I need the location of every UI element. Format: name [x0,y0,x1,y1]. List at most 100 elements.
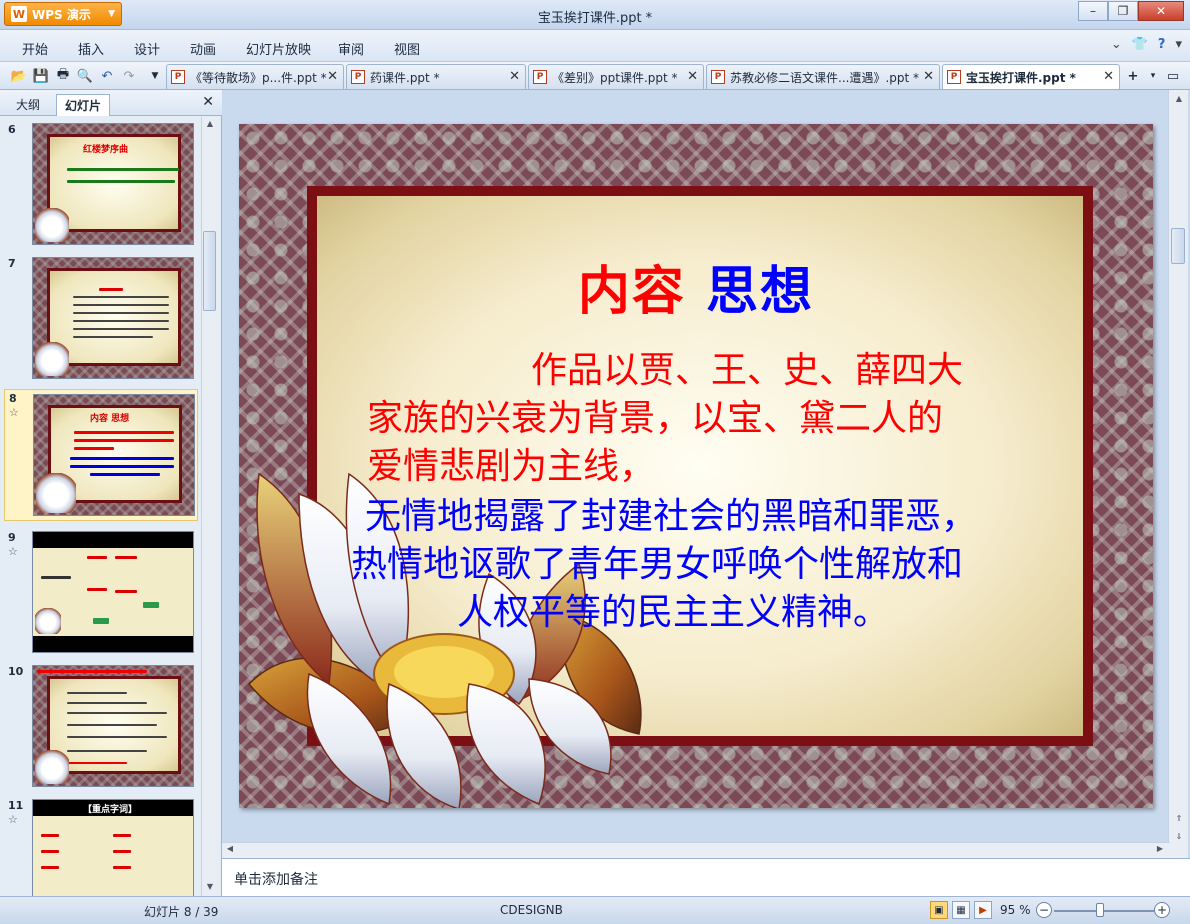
open-folder-icon[interactable]: 📂 [10,67,28,85]
thumbnail-slide-10[interactable]: 10 [4,663,198,791]
chevron-down-icon[interactable]: ⌄ [1111,37,1122,52]
slide-number: 10 [8,665,24,678]
slide-thumbnail: 内容 思想 [33,394,195,516]
menu-insert[interactable]: 插入 [78,39,104,58]
slideshow-view-icon[interactable]: ▶ [974,901,992,919]
close-panel-icon[interactable]: ✕ [202,94,214,110]
thumbnail-text-line [37,670,147,673]
animation-star-icon: ☆ [8,813,18,826]
undo-icon[interactable]: ↶ [98,67,116,85]
menu-review[interactable]: 审阅 [338,39,364,58]
menu-view[interactable]: 视图 [394,39,420,58]
slide-thumbnail: 【重点字词】 [32,799,194,896]
previous-slide-icon[interactable]: ⇑ [1173,814,1185,826]
zoom-out-icon[interactable]: − [1036,902,1052,918]
slide-editor: 内容 思想 作品以贾、王、史、薛四大 家族的兴衰为背景，以宝、黛二人的 爱情悲剧… [222,90,1190,856]
print-icon[interactable]: 🖶 [54,67,72,85]
tab-dropdown-icon[interactable]: ▾ [1144,67,1162,85]
doc-tab-3[interactable]: P 《差别》ppt课件.ppt * ✕ [528,64,704,89]
scroll-up-icon[interactable]: ▲ [204,119,216,131]
thumbnail-text-line [67,736,167,738]
notes-placeholder[interactable]: 单击添加备注 [234,869,318,889]
thumbnail-scrollbar[interactable]: ▲ ▼ [201,117,217,896]
slide-paragraph-2-line-1[interactable]: 无情地揭露了封建社会的黑暗和罪恶， [365,490,977,544]
thumbnail-text-line [73,328,169,330]
slide-number: 7 [8,257,16,270]
thumbnail-text-line [73,312,169,314]
help-icon[interactable]: ? [1158,37,1166,52]
redo-icon[interactable]: ↷ [120,67,138,85]
thumbnail-text-line [115,590,137,593]
close-tab-icon[interactable]: ✕ [327,69,338,84]
thumbnail-box [143,602,159,608]
doc-tab-label: 苏教必修二语文课件...遭遇》.ppt * [730,70,920,85]
scroll-down-icon[interactable]: ▼ [204,882,216,894]
doc-tab-5-active[interactable]: P 宝玉挨打课件.ppt * ✕ [942,64,1120,89]
scroll-right-icon[interactable]: ▶ [1154,844,1166,856]
restore-button[interactable]: ❐ [1108,1,1138,21]
slide-paragraph-2-line-2[interactable]: 热情地讴歌了青年男女呼唤个性解放和 [351,538,963,592]
help-dropdown-icon[interactable]: ▾ [1175,37,1182,52]
customize-toolbar-icon[interactable]: ▼ [146,67,164,85]
shirt-skin-icon[interactable]: 👕 [1132,37,1148,52]
slide-paragraph-1-line-2[interactable]: 家族的兴衰为背景，以宝、黛二人的 [367,392,943,446]
lotus-flower-icon [35,608,61,634]
close-tab-icon[interactable]: ✕ [923,69,934,84]
ppt-file-icon: P [351,70,365,84]
tab-outline[interactable]: 大纲 [8,94,48,116]
close-tab-icon[interactable]: ✕ [1103,69,1114,84]
thumbnail-slide-8-selected[interactable]: 8 ☆ 内容 思想 [4,389,198,521]
zoom-slider[interactable] [1054,910,1154,912]
scrollbar-thumb[interactable] [1171,228,1185,264]
thumbnail-slide-7[interactable]: 7 [4,255,198,383]
zoom-in-icon[interactable]: + [1154,902,1170,918]
notes-pane[interactable]: 单击添加备注 [222,858,1190,896]
slide-sorter-view-icon[interactable]: ▦ [952,901,970,919]
new-tab-icon[interactable]: + [1124,67,1142,85]
doc-tab-1[interactable]: P 《等待散场》p...件.ppt * ✕ [166,64,344,89]
thumbnail-slide-6[interactable]: 6 红楼梦序曲 [4,121,198,249]
next-slide-icon[interactable]: ⇓ [1173,832,1185,844]
scroll-up-icon[interactable]: ▲ [1173,94,1185,106]
slide-paragraph-1-line-1[interactable]: 作品以贾、王、史、薛四大 [531,344,963,398]
current-slide[interactable]: 内容 思想 作品以贾、王、史、薛四大 家族的兴衰为背景，以宝、黛二人的 爱情悲剧… [239,124,1153,808]
zoom-slider-handle[interactable] [1096,903,1104,917]
close-tab-icon[interactable]: ✕ [509,69,520,84]
menu-animation[interactable]: 动画 [190,39,216,58]
slide-title[interactable]: 内容 思想 [239,249,1153,324]
thumbnail-list: 6 红楼梦序曲 7 8 ☆ 内容 思想 9 ☆ 10 11 ☆ 【重点字词】 [0,117,202,896]
thumbnail-text-line [73,320,169,322]
doc-tab-4[interactable]: P 苏教必修二语文课件...遭遇》.ppt * ✕ [706,64,940,89]
minimize-button[interactable]: – [1078,1,1108,21]
doc-tab-label: 宝玉挨打课件.ppt * [966,70,1076,85]
tab-slides[interactable]: 幻灯片 [56,94,111,116]
menu-home[interactable]: 开始 [22,39,48,58]
thumbnail-text-line [67,702,147,704]
lotus-flower-icon [36,473,76,513]
slide-title-part-content: 内容 [577,261,686,322]
print-preview-icon[interactable]: 🔍 [76,67,94,85]
menu-design[interactable]: 设计 [134,39,160,58]
slide-vertical-scrollbar[interactable]: ▲ ⇑ ⇓ [1168,90,1188,858]
thumbnail-text-line [73,336,153,338]
thumbnail-slide-9[interactable]: 9 ☆ [4,529,198,657]
thumbnail-text-line [67,750,147,752]
close-tab-icon[interactable]: ✕ [687,69,698,84]
thumbnail-text-line [73,296,169,298]
slide-paragraph-2-line-3[interactable]: 人权平等的民主主义精神。 [457,586,889,640]
doc-tab-label: 药课件.ppt * [370,70,440,85]
slide-horizontal-scrollbar[interactable]: ◀ ▶ [222,842,1170,858]
thumbnail-text-line [74,447,114,450]
window-controls: – ❐ ✕ [1078,1,1184,21]
tab-list-icon[interactable]: ▭ [1164,67,1182,85]
save-icon[interactable]: 💾 [32,67,50,85]
scrollbar-thumb[interactable] [203,231,216,311]
normal-view-icon[interactable]: ▣ [930,901,948,919]
menu-slideshow[interactable]: 幻灯片放映 [246,39,311,58]
thumbnail-slide-11[interactable]: 11 ☆ 【重点字词】 [4,797,198,896]
thumbnail-text-line [87,556,107,559]
close-window-button[interactable]: ✕ [1138,1,1184,21]
animation-star-icon: ☆ [9,406,19,419]
scroll-left-icon[interactable]: ◀ [224,844,236,856]
doc-tab-2[interactable]: P 药课件.ppt * ✕ [346,64,526,89]
